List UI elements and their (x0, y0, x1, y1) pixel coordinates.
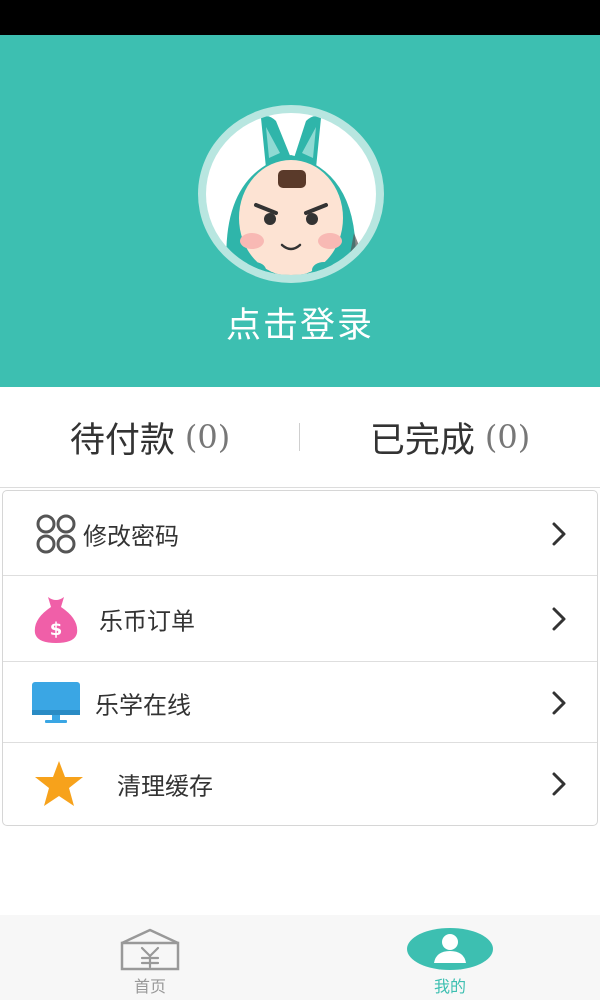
menu-item-label: 乐学在线 (95, 691, 191, 719)
chevron-right-icon (552, 522, 566, 545)
status-bar (0, 0, 600, 35)
tab-mine[interactable]: 我的 (300, 915, 600, 1000)
svg-text:$: $ (50, 619, 63, 640)
completed-label: 已完成 (369, 420, 475, 461)
star-icon (35, 761, 83, 806)
login-link[interactable]: 点击登录 (0, 297, 600, 348)
chevron-right-icon (552, 772, 566, 796)
completed-count: (0) (484, 418, 531, 456)
completed-tab[interactable]: 已完成 (0) (300, 387, 600, 487)
pending-payment-count: (0) (184, 418, 231, 456)
tab-home[interactable]: 首页 (0, 915, 300, 1000)
menu-item-coin-orders[interactable]: $ 乐币订单 (3, 576, 597, 662)
menu-item-label: 清理缓存 (117, 772, 213, 801)
cartoon-character-icon (226, 116, 366, 275)
tab-mine-label: 我的 (433, 977, 466, 996)
menu-item-change-password[interactable]: 修改密码 (3, 491, 597, 576)
menu-item-label: 修改密码 (83, 522, 179, 550)
chevron-right-icon (552, 607, 566, 631)
tab-home-label: 首页 (133, 977, 166, 996)
menu-item-online-learning[interactable]: 乐学在线 (3, 662, 597, 743)
four-circles-icon (36, 514, 76, 553)
home-yen-icon (120, 928, 180, 971)
menu-item-label: 乐币订单 (99, 607, 195, 636)
bottom-tab-bar: 首页 我的 (0, 915, 600, 1000)
avatar[interactable] (198, 105, 384, 283)
pending-payment-tab[interactable]: 待付款 (0) (0, 387, 300, 487)
menu-item-clear-cache[interactable]: 清理缓存 (3, 743, 597, 825)
profile-header: 点击登录 (0, 35, 600, 387)
settings-menu: 修改密码 $ 乐币订单 乐学在线 清理缓存 (2, 490, 598, 826)
chevron-right-icon (552, 691, 566, 714)
pending-payment-label: 待付款 (69, 420, 175, 461)
avatar-image (206, 113, 376, 275)
user-icon (407, 928, 493, 970)
money-bag-icon: $ (34, 597, 78, 643)
monitor-icon (32, 681, 80, 723)
order-status-bar: 待付款 (0) 已完成 (0) (0, 387, 600, 488)
